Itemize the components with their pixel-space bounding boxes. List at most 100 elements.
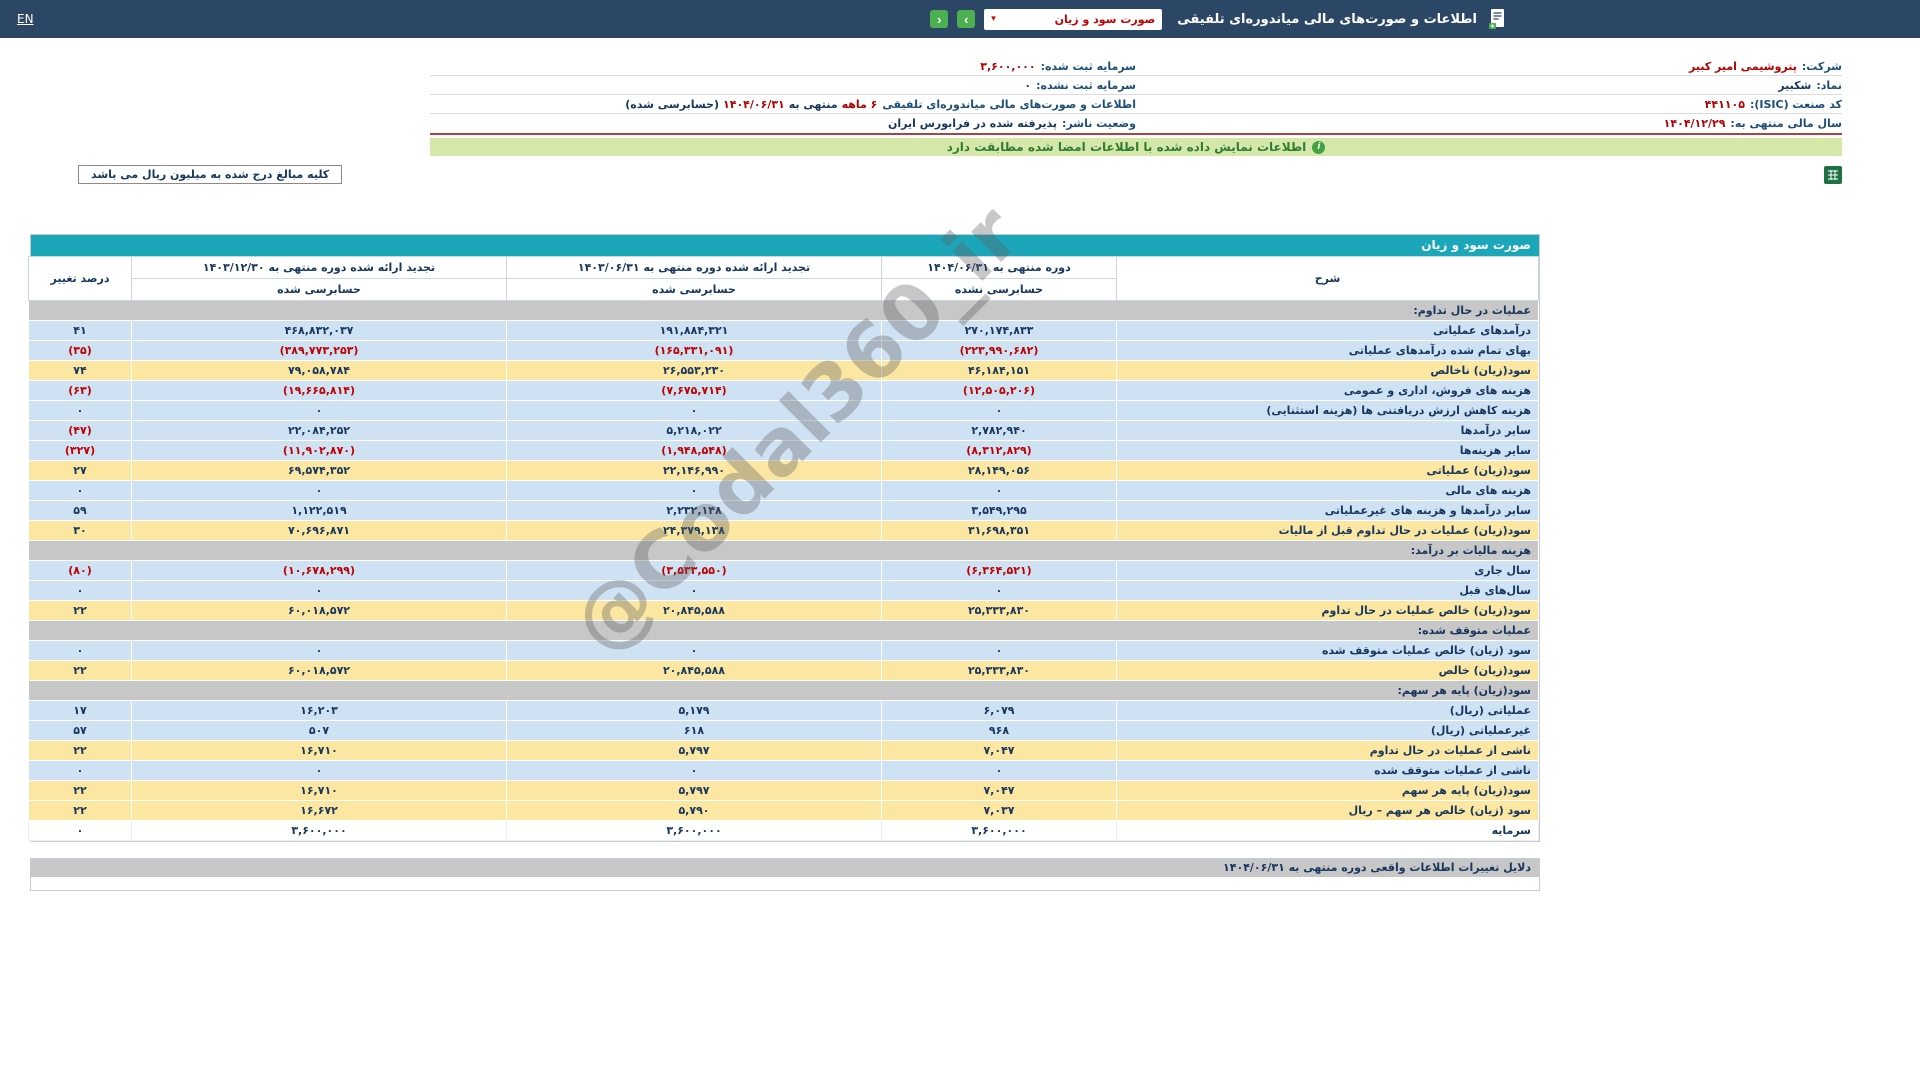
cell-value: ۲۰,۸۴۵,۵۸۸ (507, 601, 882, 621)
row-label: سال‌های قبل (1117, 581, 1539, 601)
company-info-row: نماد:شکبیرسرمایه ثبت نشده:۰ (430, 76, 1842, 95)
cell-value: ۳,۵۴۹,۲۹۵ (882, 501, 1117, 521)
table-body: عملیات در حال تداوم:درآمدهای عملیاتی۲۷۰,… (29, 301, 1539, 841)
column-header: دوره منتهی به ۱۴۰۴/۰۶/۳۱ (882, 257, 1117, 279)
section-header-row: سود(زیان) پایه هر سهم: (29, 681, 1539, 701)
top-header-bar: اطلاعات و صورت‌های مالی میاندوره‌ای تلفی… (0, 0, 1920, 38)
info-label: اطلاعات و صورت‌های مالی میاندوره‌ای تلفی… (882, 98, 1136, 111)
table-row: سود(زیان) پایه هر سهم۷,۰۴۷۵,۷۹۷۱۶,۷۱۰۲۲ (29, 781, 1539, 801)
row-label: ناشی از عملیات در حال تداوم (1117, 741, 1539, 761)
cell-value: ۲۲ (29, 741, 132, 761)
next-statement-button[interactable]: ‹ (930, 10, 948, 28)
cell-value: (۳۸۹,۷۷۳,۲۵۳) (132, 341, 507, 361)
row-label: هزینه مالیات بر درآمد: (29, 541, 1539, 561)
cell-value: ۵۹ (29, 501, 132, 521)
header-main-group: اطلاعات و صورت‌های مالی میاندوره‌ای تلفی… (930, 7, 1508, 31)
cell-value: ۷,۰۴۷ (882, 741, 1117, 761)
cell-value: ۹۶۸ (882, 721, 1117, 741)
table-row: سال جاری(۶,۳۶۴,۵۲۱)(۳,۵۳۳,۵۵۰)(۱۰,۶۷۸,۲۹… (29, 561, 1539, 581)
cell-value: ۲۴,۳۷۹,۱۳۸ (507, 521, 882, 541)
cell-value: ۳,۶۰۰,۰۰۰ (132, 821, 507, 841)
info-label: سال مالی منتهی به: (1730, 117, 1842, 130)
cell-value: ۲۲,۰۸۴,۲۵۲ (132, 421, 507, 441)
cell-value: (۱,۹۴۸,۵۴۸) (507, 441, 882, 461)
cell-value: ۵,۷۹۷ (507, 781, 882, 801)
company-info-field: اطلاعات و صورت‌های مالی میاندوره‌ای تلفی… (430, 98, 1136, 111)
row-label: درآمدهای عملیاتی (1117, 321, 1539, 341)
cell-value: ۰ (882, 401, 1117, 421)
prev-statement-button[interactable]: › (957, 10, 975, 28)
table-row: سود(زیان) خالص عملیات در حال تداوم۲۵,۳۳۳… (29, 601, 1539, 621)
column-subheader: حسابرسی شده (507, 279, 882, 301)
cell-value: ۱,۱۲۲,۵۱۹ (132, 501, 507, 521)
company-info-field: شرکت:پتروشیمی امیر کبیر (1136, 60, 1842, 73)
column-header: تجدید ارائه شده دوره منتهی به ۱۴۰۳/۰۶/۳۱ (507, 257, 882, 279)
info-icon: i (1312, 141, 1325, 154)
company-info-field: وضعیت ناشر: پذیرفته شده در فرابورس ایران (430, 117, 1136, 130)
changes-reason-body (31, 877, 1539, 890)
header-row-periods: شرحدوره منتهی به ۱۴۰۴/۰۶/۳۱تجدید ارائه ش… (29, 257, 1539, 279)
income-statement-table: شرحدوره منتهی به ۱۴۰۴/۰۶/۳۱تجدید ارائه ش… (28, 256, 1539, 841)
table-row: سود(زیان) ناخالص۴۶,۱۸۴,۱۵۱۲۶,۵۵۳,۲۳۰۷۹,۰… (29, 361, 1539, 381)
chevron-down-icon: ▾ (991, 14, 996, 24)
table-row: ناشی از عملیات در حال تداوم۷,۰۴۷۵,۷۹۷۱۶,… (29, 741, 1539, 761)
cell-value: ۷,۰۳۷ (882, 801, 1117, 821)
cell-value: (۱۹,۶۶۵,۸۱۴) (132, 381, 507, 401)
info-value: پذیرفته شده در فرابورس ایران (888, 117, 1057, 130)
company-info-field: نماد: شکبیر (1136, 79, 1842, 92)
cell-value: ۲۸,۱۴۹,۰۵۶ (882, 461, 1117, 481)
table-row: هزینه های مالی۰۰۰۰ (29, 481, 1539, 501)
info-label: نماد: (1816, 79, 1842, 92)
statement-dropdown[interactable]: صورت سود و زیان ▾ (984, 9, 1162, 30)
cell-value: (۸۰) (29, 561, 132, 581)
info-value: ۴۴۱۱۰۵ (1705, 98, 1745, 111)
cell-value: ۲۲,۱۴۶,۹۹۰ (507, 461, 882, 481)
table-row: عملیاتی (ریال)۶,۰۷۹۵,۱۷۹۱۶,۲۰۳۱۷ (29, 701, 1539, 721)
cell-value: ۰ (507, 481, 882, 501)
table-row: سود(زیان) خالص۲۵,۳۳۳,۸۳۰۲۰,۸۴۵,۵۸۸۶۰,۰۱۸… (29, 661, 1539, 681)
info-value: شکبیر (1778, 79, 1811, 92)
language-link[interactable]: EN (17, 12, 34, 26)
table-row: غیرعملیاتی (ریال)۹۶۸۶۱۸۵۰۷۵۷ (29, 721, 1539, 741)
table-row: هزینه کاهش ارزش دریافتنی ها (هزینه استثن… (29, 401, 1539, 421)
cell-value: ۰ (29, 641, 132, 661)
row-label: بهای تمام شده درآمدهای عملیاتی (1117, 341, 1539, 361)
section-header-row: عملیات در حال تداوم: (29, 301, 1539, 321)
cell-value: ۲۲ (29, 601, 132, 621)
row-label: ناشی از عملیات متوقف شده (1117, 761, 1539, 781)
cell-value: ۵,۲۱۸,۰۲۲ (507, 421, 882, 441)
section-header-row: هزینه مالیات بر درآمد: (29, 541, 1539, 561)
column-header: درصد تغییر (29, 257, 132, 301)
row-label: سال جاری (1117, 561, 1539, 581)
table-row: درآمدهای عملیاتی۲۷۰,۱۷۴,۸۳۳۱۹۱,۸۸۴,۳۲۱۴۶… (29, 321, 1539, 341)
company-info-row: شرکت:پتروشیمی امیر کبیرسرمایه ثبت شده:۳,… (430, 57, 1842, 76)
row-label: هزینه های مالی (1117, 481, 1539, 501)
info-label: سرمایه ثبت نشده: (1036, 79, 1136, 92)
table-row: سال‌های قبل۰۰۰۰ (29, 581, 1539, 601)
income-statement-section: صورت سود و زیان شرحدوره منتهی به ۱۴۰۴/۰۶… (30, 234, 1540, 842)
cell-value: ۰ (132, 641, 507, 661)
cell-value: (۳۲۷) (29, 441, 132, 461)
changes-reason-section: دلایل تغییرات اطلاعات واقعی دوره منتهی ب… (30, 858, 1540, 891)
table-row: سایر درآمدها۲,۷۸۲,۹۴۰۵,۲۱۸,۰۲۲۲۲,۰۸۴,۲۵۲… (29, 421, 1539, 441)
cell-value: ۷۹,۰۵۸,۷۸۴ (132, 361, 507, 381)
cell-value: ۳,۶۰۰,۰۰۰ (507, 821, 882, 841)
cell-value: ۳۰ (29, 521, 132, 541)
page-title: اطلاعات و صورت‌های مالی میاندوره‌ای تلفی… (1177, 12, 1477, 27)
excel-export-icon[interactable] (1824, 166, 1842, 184)
row-label: سایر هزینه‌ها (1117, 441, 1539, 461)
cell-value: ۱۶,۲۰۳ (132, 701, 507, 721)
cell-value: (۱۱,۹۰۲,۸۷۰) (132, 441, 507, 461)
cell-value: (۶,۳۶۴,۵۲۱) (882, 561, 1117, 581)
cell-value: ۰ (29, 481, 132, 501)
company-info-field: سال مالی منتهی به:۱۴۰۴/۱۲/۲۹ (1136, 117, 1842, 130)
cell-value: ۷,۰۴۷ (882, 781, 1117, 801)
cell-value: ۰ (507, 761, 882, 781)
row-label: سود(زیان) پایه هر سهم: (29, 681, 1539, 701)
report-icon (1486, 7, 1508, 31)
info-label: وضعیت ناشر: (1062, 117, 1136, 130)
cell-value: ۱۹۱,۸۸۴,۳۲۱ (507, 321, 882, 341)
table-row: سایر هزینه‌ها(۸,۳۱۲,۸۲۹)(۱,۹۴۸,۵۴۸)(۱۱,۹… (29, 441, 1539, 461)
info-value: ۱۴۰۴/۰۶/۳۱ (723, 98, 785, 111)
row-label: سایر درآمدها و هزینه های غیرعملیاتی (1117, 501, 1539, 521)
